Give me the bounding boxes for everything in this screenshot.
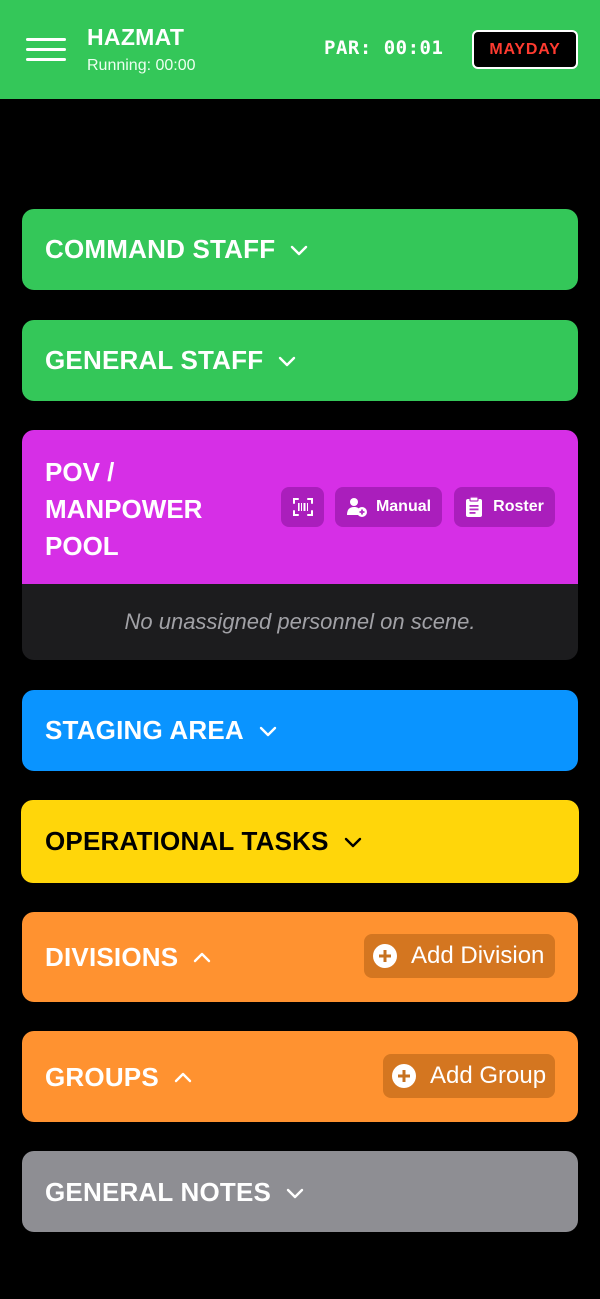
chevron-down-icon	[258, 721, 278, 741]
pov-title: POV / MANPOWER POOL	[45, 454, 202, 565]
roster-label: Roster	[493, 498, 544, 515]
add-person-icon	[346, 498, 367, 517]
general-staff-section[interactable]: GENERAL STAFF	[22, 320, 578, 401]
top-bar: HAZMAT Running: 00:00 PAR: 00:01 MAYDAY	[0, 0, 600, 99]
pov-title-line: POOL	[45, 531, 119, 561]
divisions-header[interactable]: DIVISIONS	[45, 942, 212, 973]
chevron-up-icon	[173, 1068, 193, 1088]
add-group-label: Add Group	[430, 1062, 547, 1089]
menu-icon[interactable]	[26, 38, 66, 62]
add-group-button[interactable]: Add Group	[383, 1054, 555, 1098]
general-notes-section[interactable]: GENERAL NOTES	[22, 1151, 578, 1232]
scan-barcode-button[interactable]	[281, 487, 324, 527]
plus-circle-icon	[392, 1064, 416, 1088]
general-notes-header[interactable]: GENERAL NOTES	[45, 1177, 305, 1208]
groups-title: GROUPS	[45, 1062, 159, 1092]
pov-title-line: POV /	[45, 457, 115, 487]
chevron-down-icon	[289, 240, 309, 260]
operational-tasks-header[interactable]: OPERATIONAL TASKS	[45, 826, 363, 857]
clipboard-icon	[466, 496, 483, 517]
command-staff-title: COMMAND STAFF	[45, 234, 276, 264]
groups-section: GROUPS Add Group	[22, 1031, 578, 1122]
add-division-button[interactable]: Add Division	[364, 934, 555, 978]
chevron-down-icon	[277, 351, 297, 371]
incident-type-title: HAZMAT	[87, 24, 185, 50]
chevron-up-icon	[192, 948, 212, 968]
general-staff-title: GENERAL STAFF	[45, 345, 264, 375]
divisions-title: DIVISIONS	[45, 942, 179, 972]
pov-manpower-pool-section: POV / MANPOWER POOL Manual Roster No una…	[22, 430, 578, 660]
groups-header[interactable]: GROUPS	[45, 1062, 193, 1093]
divisions-section: DIVISIONS Add Division	[22, 912, 578, 1002]
chevron-down-icon	[343, 832, 363, 852]
operational-tasks-section[interactable]: OPERATIONAL TASKS	[21, 800, 579, 883]
command-staff-header[interactable]: COMMAND STAFF	[45, 234, 309, 265]
manual-add-button[interactable]: Manual	[335, 487, 442, 527]
running-timer: Running: 00:00	[87, 57, 196, 74]
general-staff-header[interactable]: GENERAL STAFF	[45, 345, 297, 376]
plus-circle-icon	[373, 944, 397, 968]
command-staff-section[interactable]: COMMAND STAFF	[22, 209, 578, 290]
add-division-label: Add Division	[411, 942, 545, 969]
pov-empty-message: No unassigned personnel on scene.	[22, 584, 578, 660]
par-timer: PAR: 00:01	[324, 37, 444, 59]
operational-tasks-title: OPERATIONAL TASKS	[45, 826, 329, 856]
chevron-down-icon	[285, 1183, 305, 1203]
mayday-button[interactable]: MAYDAY	[472, 30, 578, 69]
roster-button[interactable]: Roster	[454, 487, 555, 527]
pov-title-line: MANPOWER	[45, 494, 203, 524]
manual-label: Manual	[375, 498, 432, 515]
staging-area-title: STAGING AREA	[45, 715, 244, 745]
staging-area-header[interactable]: STAGING AREA	[45, 715, 278, 746]
pov-header: POV / MANPOWER POOL Manual Roster	[22, 430, 578, 584]
barcode-scan-icon	[292, 498, 313, 516]
general-notes-title: GENERAL NOTES	[45, 1177, 272, 1207]
staging-area-section[interactable]: STAGING AREA	[22, 690, 578, 771]
